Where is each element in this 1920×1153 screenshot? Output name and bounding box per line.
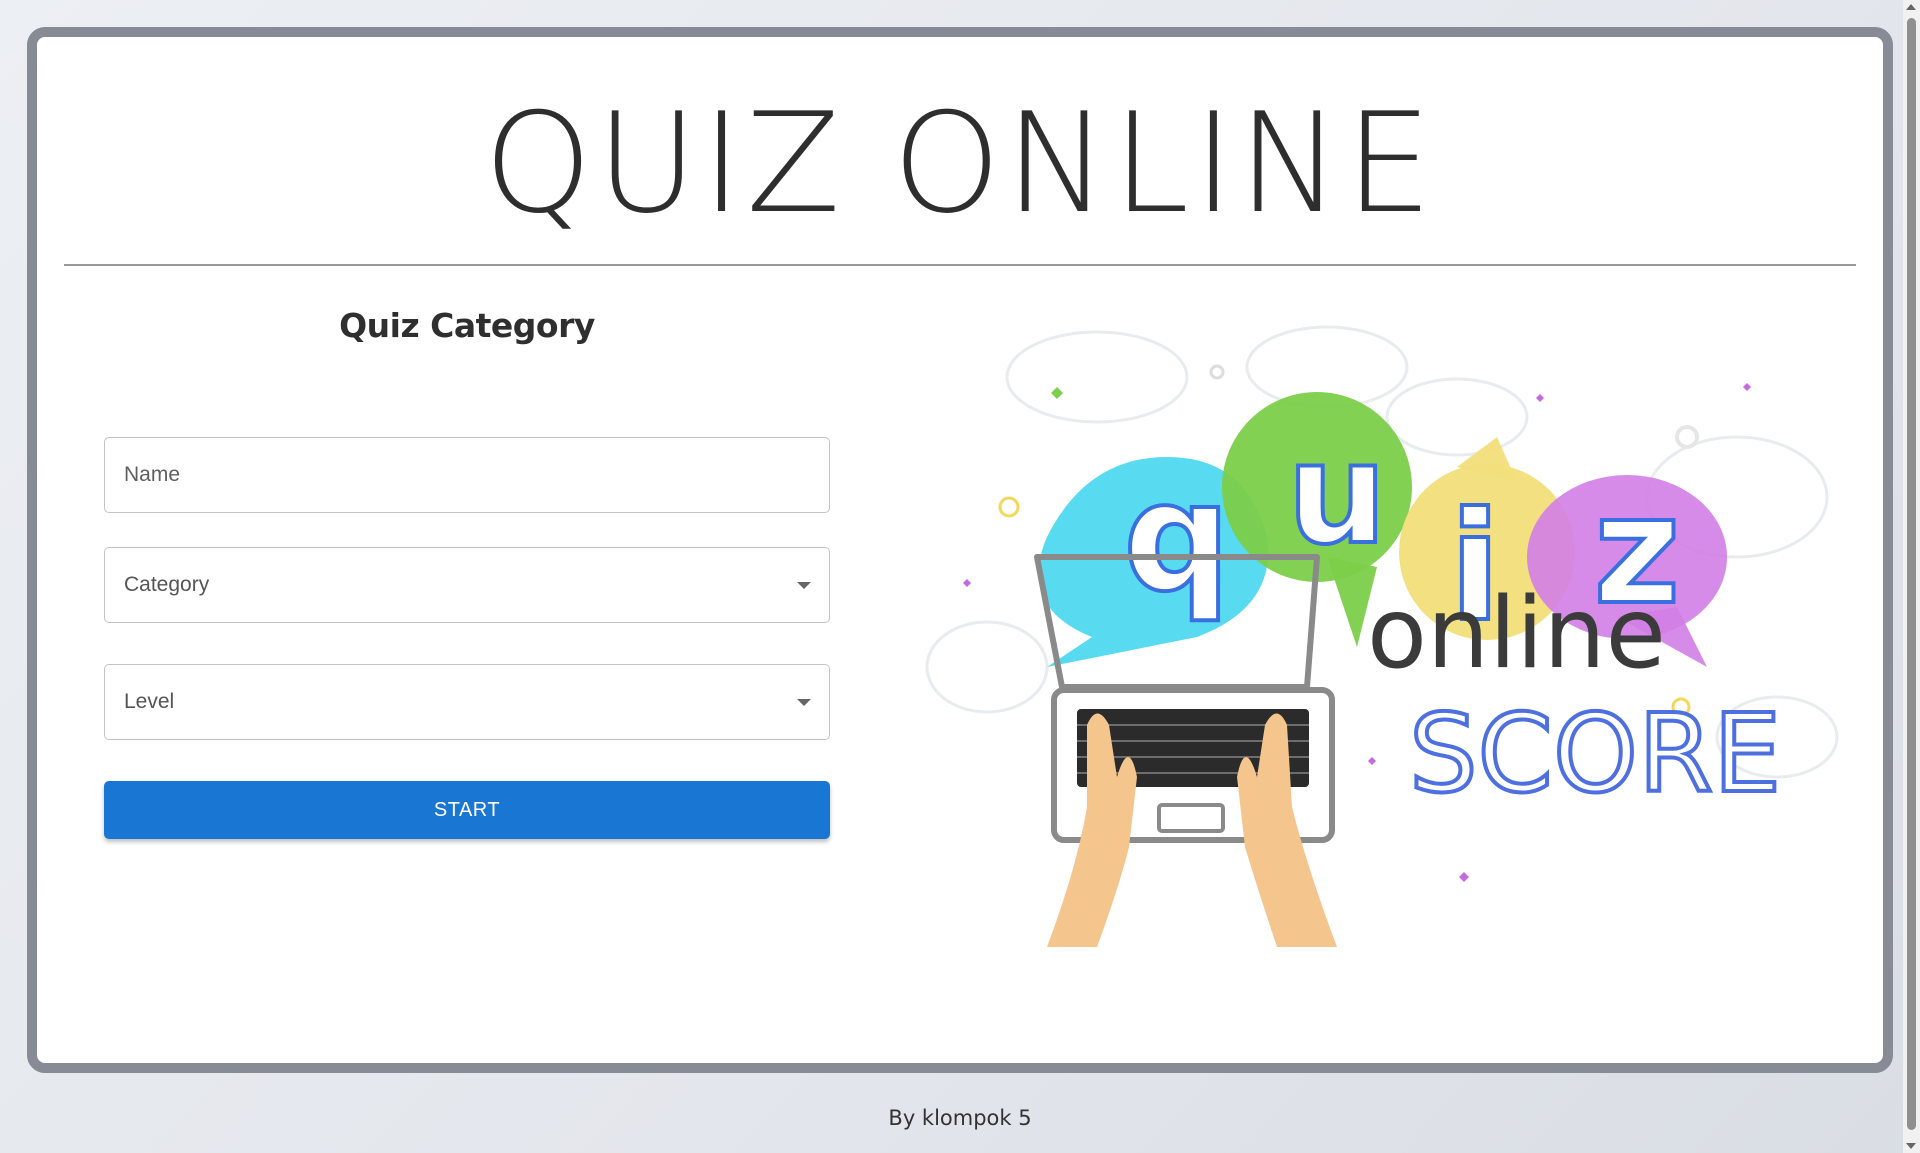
- scroll-down-icon[interactable]: [1906, 1143, 1916, 1149]
- name-input[interactable]: [124, 463, 810, 487]
- letter-q: q: [1123, 451, 1230, 625]
- category-select-label: Category: [124, 573, 210, 596]
- main-card: QUIZ ONLINE Quiz Category Category Level…: [27, 27, 1893, 1073]
- start-button[interactable]: START: [104, 781, 830, 839]
- level-select[interactable]: Level: [104, 664, 830, 740]
- score-text: SCORE: [1409, 692, 1781, 817]
- page-title: QUIZ ONLINE: [483, 83, 1437, 244]
- form-heading: Quiz Category: [339, 306, 595, 345]
- vertical-scrollbar[interactable]: [1903, 0, 1920, 1153]
- title-divider: [64, 264, 1856, 266]
- level-select-label: Level: [124, 690, 175, 713]
- footer-credit: By klompok 5: [888, 1106, 1032, 1130]
- quiz-online-illustration: q u i z online SCORE: [925, 325, 1839, 947]
- scroll-up-icon[interactable]: [1906, 4, 1916, 10]
- letter-u: u: [1287, 413, 1387, 576]
- scrollbar-thumb[interactable]: [1907, 18, 1916, 1130]
- name-field[interactable]: [104, 437, 830, 513]
- online-text: online: [1367, 577, 1666, 691]
- chevron-down-icon: [797, 699, 811, 706]
- category-select[interactable]: Category: [104, 547, 830, 623]
- chevron-down-icon: [797, 582, 811, 589]
- quiz-form: Quiz Category Category Level START: [104, 297, 830, 839]
